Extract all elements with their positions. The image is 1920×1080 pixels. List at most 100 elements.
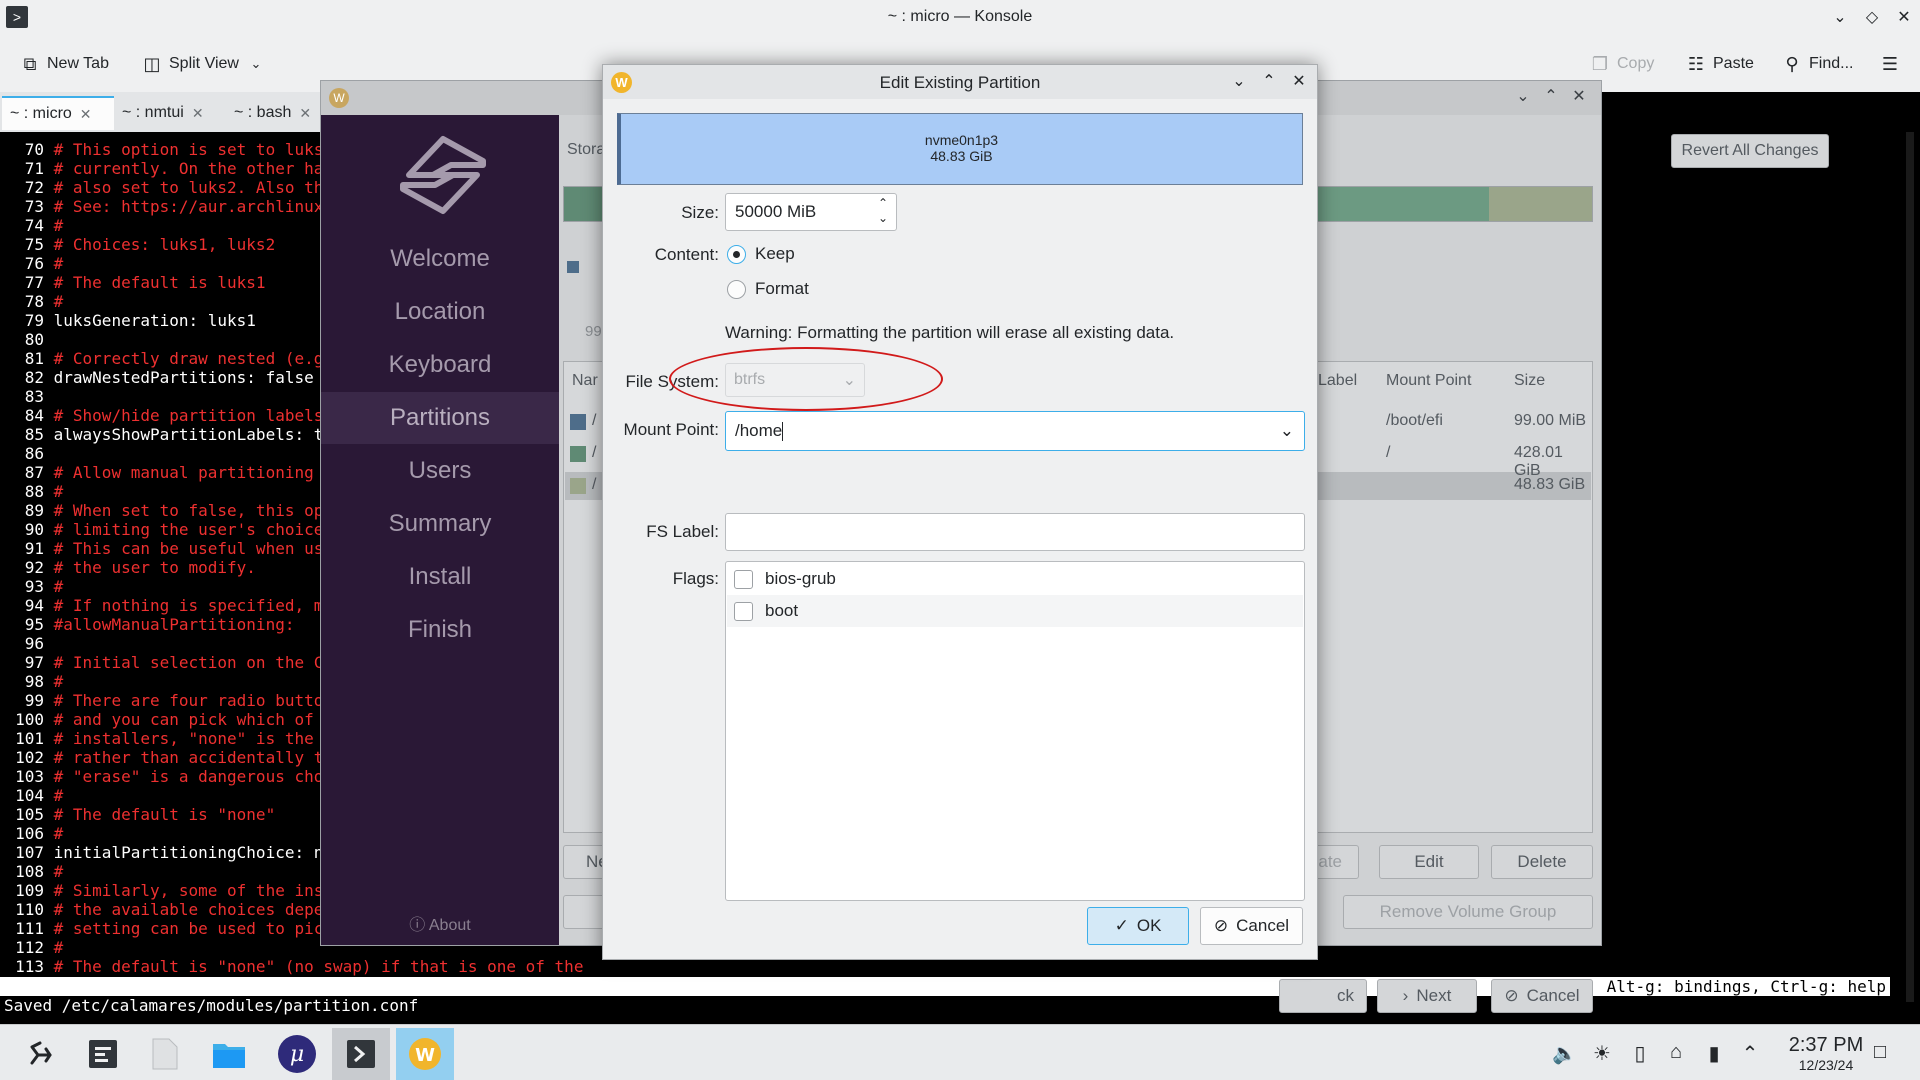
- ok-button[interactable]: ✓ OK: [1087, 907, 1189, 945]
- terminal-line: 72 # also set to luks2. Also th: [0, 178, 324, 197]
- clock-time[interactable]: 2:37 PM: [1776, 1034, 1876, 1057]
- terminal-line: 78 #: [0, 292, 64, 311]
- maximize-icon[interactable]: ◇: [1860, 6, 1884, 30]
- close-tab-icon[interactable]: ✕: [80, 106, 92, 123]
- paste-button[interactable]: ☷ Paste: [1686, 50, 1754, 78]
- volume-icon[interactable]: 🔈: [1552, 1041, 1577, 1066]
- flags-label: Flags:: [672, 569, 719, 588]
- minimize-icon[interactable]: ⌄: [1511, 85, 1535, 109]
- comment-text: #allowManualPartitioning:: [53, 615, 295, 634]
- app-launcher-icon[interactable]: [12, 1028, 70, 1080]
- line-number: 80: [24, 330, 44, 349]
- comment-text: # "erase" is a dangerous cho: [53, 767, 324, 786]
- terminal-line: 82 drawNestedPartitions: false: [0, 368, 314, 387]
- svg-text:W: W: [415, 1045, 435, 1066]
- maximize-icon[interactable]: ⌃: [1257, 70, 1281, 94]
- tab-bash[interactable]: ~ : bash ✕: [226, 96, 330, 130]
- clock-date[interactable]: 12/23/24: [1776, 1057, 1876, 1073]
- terminal-line: 99 # There are four radio butto: [0, 691, 324, 710]
- battery-icon[interactable]: ▮: [1702, 1041, 1726, 1066]
- radio-empty-icon: [727, 279, 746, 299]
- tray-expand-icon[interactable]: ⌃: [1738, 1041, 1762, 1066]
- flag-bios-grub[interactable]: bios-grub: [727, 563, 1303, 595]
- line-number: 89: [24, 501, 44, 520]
- cancel-icon: ⊘: [1504, 986, 1519, 1005]
- revert-all-changes-button[interactable]: Revert All Changes: [1671, 134, 1829, 168]
- about-link[interactable]: ⓘ About: [321, 911, 559, 935]
- comment-text: #: [53, 824, 64, 843]
- find-button[interactable]: ⚲ Find...: [1782, 50, 1853, 78]
- spin-arrows-icon[interactable]: ⌃ ⌄: [878, 196, 888, 226]
- format-radio[interactable]: Format: [727, 279, 809, 299]
- copy-button[interactable]: ❐ Copy: [1590, 50, 1654, 78]
- terminal-line: 88 #: [0, 482, 64, 501]
- fs-label-input[interactable]: [725, 513, 1305, 551]
- checkbox-icon[interactable]: [734, 569, 753, 589]
- minimize-icon[interactable]: ⌄: [1227, 70, 1251, 94]
- minimize-icon[interactable]: ⌄: [1828, 6, 1852, 30]
- table-cell-mount[interactable]: /: [1386, 444, 1390, 462]
- table-cell-size[interactable]: 99.00 MiB: [1514, 412, 1586, 430]
- table-cell-name[interactable]: /: [592, 444, 596, 462]
- remove-volume-group-button[interactable]: Remove Volume Group: [1343, 895, 1593, 929]
- installer-cancel-button[interactable]: ⊘ Cancel: [1491, 979, 1593, 1013]
- terminal-line: 100 # and you can pick which of: [0, 710, 314, 729]
- terminal-line: 103 # "erase" is a dangerous cho: [0, 767, 323, 786]
- close-icon[interactable]: ✕: [1567, 85, 1591, 109]
- new-tab-button[interactable]: ⧉ New Tab: [20, 50, 109, 78]
- table-cell-size[interactable]: 428.01 GiB: [1514, 444, 1592, 480]
- table-cell-name[interactable]: /: [592, 412, 596, 430]
- line-number: 77: [24, 273, 44, 292]
- terminal-line: 81 # Correctly draw nested (e.g: [0, 349, 324, 368]
- split-view-button[interactable]: ◫ Split View ⌄: [142, 50, 266, 78]
- keep-radio[interactable]: Keep: [727, 244, 795, 264]
- text-editor-icon[interactable]: [136, 1028, 194, 1080]
- flags-list[interactable]: bios-grub boot: [725, 561, 1305, 901]
- line-number: 79: [24, 311, 44, 330]
- terminal-line: 87 # Allow manual partitioning: [0, 463, 314, 482]
- line-number: 70: [24, 140, 44, 159]
- konsole-task-icon[interactable]: [332, 1028, 390, 1080]
- close-icon[interactable]: ✕: [1892, 6, 1916, 30]
- table-cell-name[interactable]: /: [592, 476, 596, 494]
- checkbox-icon[interactable]: [734, 601, 753, 621]
- micro-editor-icon[interactable]: μ: [268, 1028, 326, 1080]
- delete-button[interactable]: Delete: [1491, 845, 1593, 879]
- system-settings-icon[interactable]: [74, 1028, 132, 1080]
- chevron-down-icon[interactable]: ⌄: [1280, 421, 1294, 441]
- close-tab-icon[interactable]: ✕: [299, 105, 311, 122]
- cancel-button[interactable]: ⊘ Cancel: [1200, 907, 1303, 945]
- maximize-icon[interactable]: ⌃: [1539, 85, 1563, 109]
- comment-text: # installers, "none" is the: [53, 729, 314, 748]
- dialog-titlebar: W Edit Existing Partition ⌄ ⌃ ✕: [603, 65, 1317, 99]
- close-tab-icon[interactable]: ✕: [192, 105, 204, 122]
- line-number: 82: [24, 368, 44, 387]
- tab-micro[interactable]: ~ : micro ✕: [2, 96, 114, 130]
- close-icon[interactable]: ✕: [1287, 70, 1311, 94]
- brightness-icon[interactable]: ☀: [1590, 1041, 1614, 1066]
- usb-drive-icon[interactable]: ▯: [1628, 1041, 1652, 1066]
- terminal-scrollbar[interactable]: [1906, 132, 1914, 1002]
- flag-boot[interactable]: boot: [727, 595, 1303, 627]
- size-spinbox[interactable]: 50000 MiB ⌃ ⌄: [725, 193, 897, 231]
- annotation-oval: [669, 347, 943, 411]
- mount-point-combo[interactable]: /home ⌄: [725, 411, 1305, 451]
- radio-selected-icon: [727, 244, 746, 264]
- mount-point-label: Mount Point:: [623, 420, 719, 439]
- hamburger-menu-button[interactable]: ☰: [1880, 50, 1900, 78]
- table-cell-size[interactable]: 48.83 GiB: [1514, 476, 1585, 494]
- code-text: alwaysShowPartitionLabels: t: [53, 425, 324, 444]
- edit-button[interactable]: Edit: [1379, 845, 1479, 879]
- next-button[interactable]: › Next: [1377, 979, 1477, 1013]
- file-manager-icon[interactable]: [200, 1028, 258, 1080]
- back-button[interactable]: ck: [1279, 979, 1367, 1013]
- wifi-icon[interactable]: ⌂: [1664, 1041, 1688, 1064]
- table-cell-mount[interactable]: /boot/efi: [1386, 412, 1443, 430]
- installer-task-icon[interactable]: W: [396, 1028, 454, 1080]
- legend-swatch: [567, 261, 579, 273]
- terminal-line: 105 # The default is "none": [0, 805, 275, 824]
- tab-nmtui[interactable]: ~ : nmtui ✕: [114, 96, 226, 130]
- installer-sidebar: Welcome Location Keyboard Partitions Users Su…: [321, 115, 559, 945]
- show-desktop-icon[interactable]: □: [1868, 1041, 1892, 1064]
- comment-text: # When set to false, this op: [53, 501, 324, 520]
